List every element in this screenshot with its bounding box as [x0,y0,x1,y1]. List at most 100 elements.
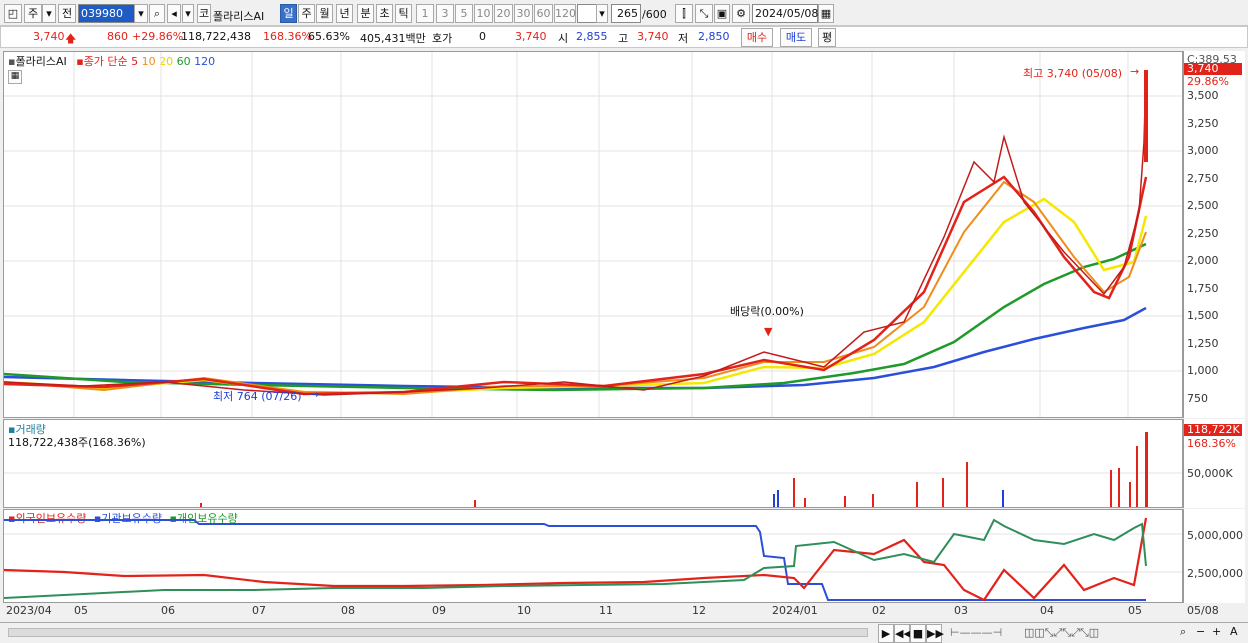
ma120-line [4,306,1147,390]
holding-ytick: 5,000,000 [1187,529,1243,542]
tab-second[interactable]: 초 [376,4,393,23]
interval-dropdown-icon[interactable]: ▾ [596,4,608,23]
zoom-slider[interactable]: ⊢———⊣ [950,626,1002,639]
volume-value: 118,722,438 [181,30,251,43]
tab-month[interactable]: 월 [316,4,333,23]
low-annotation: 최저 764 (07/26) [213,390,302,403]
interval-5[interactable]: 5 [455,4,473,23]
calendar-icon[interactable]: ▦ [818,4,834,23]
gear-icon[interactable]: ⚙ [732,4,750,23]
stock-code-input[interactable]: 039980 [78,4,136,23]
ytick: 3,500 [1187,89,1219,102]
volume-bars-svg [4,432,1182,507]
tab-tick[interactable]: 틱 [395,4,412,23]
tab-minute[interactable]: 분 [357,4,374,23]
ma5-line [4,175,1148,396]
tab-year[interactable]: 년 [336,4,353,23]
xtick: 03 [954,604,968,617]
change-value: 860 [107,30,128,43]
zoom-out-icon[interactable]: − [1196,625,1205,638]
change-percent: +29.86% [132,30,184,43]
play-icon[interactable]: ▶ [878,624,894,643]
interval-10[interactable]: 10 [474,4,493,23]
drawing-tools-icon[interactable]: ◫◫⤡⤢⤡⤢⤡◫ [1024,626,1099,640]
holding-ytick: 2,500,000 [1187,567,1243,580]
trade-amount: 405,431백만 [360,32,426,45]
candle-icon[interactable]: ⫿ [675,4,693,23]
sell-button[interactable]: 매도 [780,28,812,47]
tab-week[interactable]: 주 [298,4,315,23]
interval-60[interactable]: 60 [534,4,553,23]
ytick: 2,500 [1187,199,1219,212]
auto-icon[interactable]: A [1230,625,1238,638]
dividend-annotation: 배당락(0.00%) [730,305,804,318]
up-arrow-icon: 🡅 [65,32,77,45]
close-price-path [4,71,1147,396]
quote-bar: 3,740 🡅 860 +29.86% 118,722,438 168.36% … [0,26,1248,48]
low-label: 저 [678,32,689,45]
institution-line [4,519,1146,601]
stock-name: 폴라리스AI [213,10,265,23]
individual-line [4,518,1147,599]
date-input[interactable]: 2024/05/08 [752,4,818,23]
ma20-line [4,197,1148,395]
prev-button[interactable]: 전 [58,4,76,23]
window-icon[interactable]: ◰ [4,4,22,23]
count-input[interactable]: 265 [611,4,641,23]
hoga-label: 호가 [432,32,453,45]
zoom-in-icon[interactable]: + [1212,625,1221,638]
xtick: 05 [74,604,88,617]
price-grid [4,52,1182,417]
open-price: 2,855 [576,30,608,43]
stop-icon[interactable]: ■ [910,624,926,643]
interval-20[interactable]: 20 [494,4,513,23]
zoom-search-icon[interactable]: ⌕ [1180,625,1186,639]
period-select[interactable]: 주 [24,4,42,23]
last-price-percent: 29.86% [1187,75,1229,88]
code-dropdown-icon[interactable]: ▾ [134,4,148,23]
xtick: 10 [517,604,531,617]
xtick: 2023/04 [6,604,52,617]
rewind-icon[interactable]: ◀◀ [894,624,912,643]
ytick: 1,750 [1187,282,1219,295]
high-label: 고 [618,32,629,45]
buy-button[interactable]: 매수 [741,28,773,47]
speaker-dropdown-icon[interactable]: ▾ [182,4,194,23]
xtick: 11 [599,604,613,617]
hoga-price: 3,740 [515,30,547,43]
hoga-value: 0 [479,30,486,43]
xtick: 2024/01 [772,604,818,617]
tools-icon[interactable]: ⤡ [695,4,713,23]
foreign-line [4,517,1148,602]
high-annotation: 최고 3,740 (05/08) [1023,67,1123,80]
ytick: 1,000 [1187,364,1219,377]
tab-day[interactable]: 일 [280,4,297,23]
interval-1[interactable]: 1 [416,4,434,23]
current-price: 3,740 [33,30,65,43]
interval-3[interactable]: 3 [436,4,454,23]
ma10-line [4,180,1147,396]
volume-tag: 118,722K [1184,424,1242,436]
interval-30[interactable]: 30 [514,4,533,23]
low-price: 2,850 [698,30,730,43]
high-arrow-icon: → [1130,65,1140,78]
volume-ratio: 168.36% [263,30,312,43]
dividend-marker-icon: ▼ [764,325,773,338]
chevron-down-icon[interactable]: ▾ [42,4,56,23]
fast-forward-icon[interactable]: ▶▶ [926,624,944,643]
search-icon[interactable]: ⌕ [149,4,165,23]
xtick: 07 [252,604,266,617]
high-price: 3,740 [637,30,669,43]
ytick: 1,250 [1187,337,1219,350]
holding-lines-svg [4,517,1182,602]
volume-percent: 168.36% [1187,437,1236,450]
save-icon[interactable]: ▣ [714,4,730,23]
xtick: 06 [161,604,175,617]
horizontal-scrollbar[interactable] [8,628,868,637]
interval-120[interactable]: 120 [554,4,576,23]
xtick: 08 [341,604,355,617]
speaker-icon[interactable]: ◂ [167,4,181,23]
xtick: 05 [1128,604,1142,617]
avg-button[interactable]: 평 [818,28,836,47]
ytick: 3,000 [1187,144,1219,157]
